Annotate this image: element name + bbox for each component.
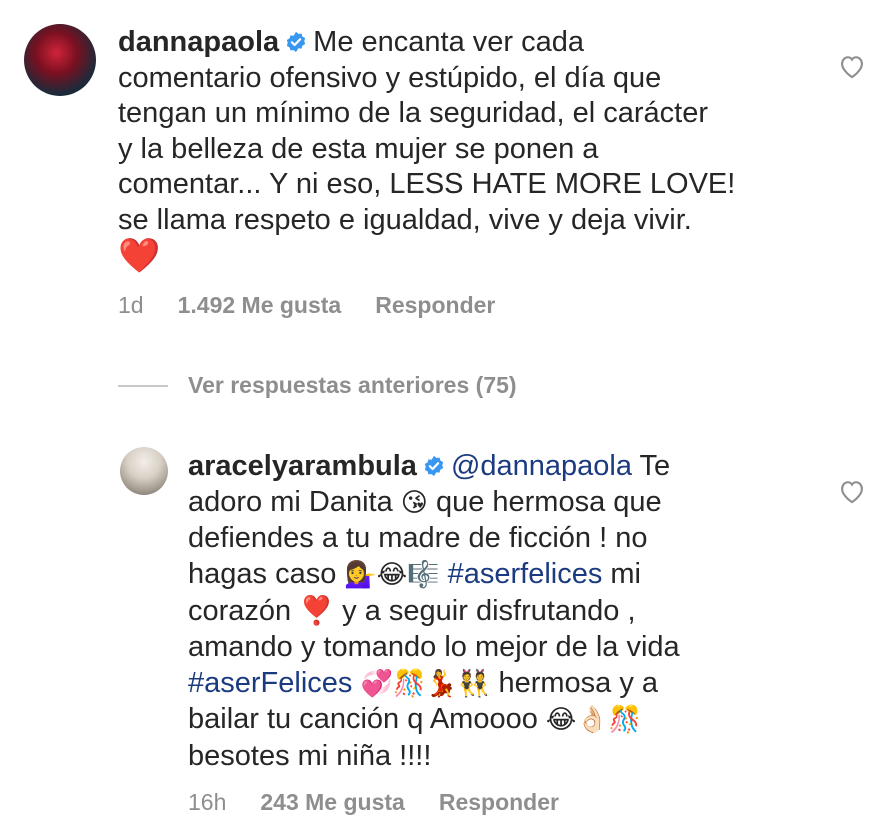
- comment-text: besotes mi niña !!!!: [188, 739, 432, 772]
- comment-time: 16h: [188, 789, 227, 815]
- emoji-group: 😂👌🏻🎊: [545, 705, 642, 736]
- divider-line: [118, 384, 168, 387]
- avatar[interactable]: [120, 447, 168, 495]
- comment-time: 1d: [118, 292, 144, 318]
- comment-meta: 16h 243 Me gusta Responder: [188, 789, 593, 816]
- hashtag-link[interactable]: #aserfelices: [448, 558, 603, 590]
- view-previous-replies-button[interactable]: Ver respuestas anteriores (75): [118, 372, 517, 399]
- username[interactable]: aracelyarambula: [188, 450, 417, 482]
- likes-count[interactable]: 243 Me gusta: [260, 789, 404, 815]
- kiss-emoji: 😘: [400, 487, 428, 518]
- hashtag-link[interactable]: #aserFelices: [188, 667, 352, 699]
- comment-body: dannapaola Me encanta ver cada comentario…: [118, 25, 818, 276]
- reply-button[interactable]: Responder: [375, 292, 495, 318]
- avatar[interactable]: [24, 24, 96, 96]
- heart-outline-icon[interactable]: [838, 53, 866, 79]
- verified-badge-icon: [424, 455, 444, 477]
- heart-exclamation-emoji: ❣️: [299, 594, 335, 628]
- username[interactable]: dannapaola: [118, 26, 279, 58]
- reply-button[interactable]: Responder: [439, 789, 559, 815]
- verified-badge-icon: [286, 31, 306, 53]
- emoji-group: 💁‍♀️😂🎼: [344, 559, 440, 590]
- comment-body: aracelyarambula @dannapaola Te adoro mi D…: [188, 449, 808, 774]
- red-heart-emoji: ❤️: [118, 236, 161, 275]
- heart-outline-icon[interactable]: [838, 478, 866, 504]
- view-replies-label: Ver respuestas anteriores (75): [188, 372, 517, 398]
- mention-link[interactable]: @dannapaola: [451, 450, 632, 482]
- likes-count[interactable]: 1.492 Me gusta: [178, 292, 342, 318]
- comment-meta: 1d 1.492 Me gusta Responder: [118, 292, 529, 319]
- emoji-group: 💞🎊💃👯: [352, 668, 499, 699]
